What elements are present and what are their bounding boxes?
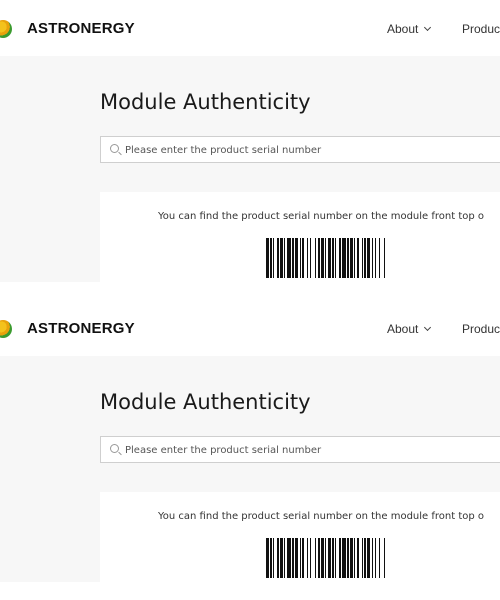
- screenshot-frame-top: ASTRONERGY About Produc Module Authentic…: [0, 0, 500, 282]
- search-icon: [110, 444, 119, 453]
- nav-about-label: About: [387, 22, 419, 36]
- nav-item-products[interactable]: Produc: [462, 22, 500, 36]
- nav-about-label: About: [387, 322, 419, 336]
- serial-location-text: You can find the product serial number o…: [158, 211, 485, 222]
- brand-logo-text[interactable]: ASTRONERGY: [27, 320, 135, 338]
- serial-info-panel: You can find the product serial number o…: [100, 192, 500, 282]
- brand-logo-text[interactable]: ASTRONERGY: [27, 20, 135, 38]
- astronergy-logo-icon[interactable]: [0, 20, 12, 38]
- barcode-icon: [266, 238, 385, 278]
- search-icon: [110, 144, 119, 153]
- nav-item-about[interactable]: About: [387, 322, 432, 336]
- serial-info-panel: You can find the product serial number o…: [100, 492, 500, 582]
- astronergy-logo-icon[interactable]: [0, 320, 12, 338]
- nav-item-about[interactable]: About: [387, 22, 432, 36]
- chevron-down-icon: [424, 23, 432, 32]
- site-header: ASTRONERGY About Produc: [0, 300, 500, 356]
- site-header: ASTRONERGY About Produc: [0, 0, 500, 56]
- nav-item-products[interactable]: Produc: [462, 322, 500, 336]
- chevron-down-icon: [424, 323, 432, 332]
- search-box[interactable]: [100, 436, 500, 463]
- serial-number-input[interactable]: [125, 441, 500, 459]
- serial-location-text: You can find the product serial number o…: [158, 511, 485, 522]
- serial-number-input[interactable]: [125, 141, 500, 159]
- page-title: Module Authenticity: [100, 90, 311, 114]
- page-title: Module Authenticity: [100, 390, 311, 414]
- barcode-icon: [266, 538, 385, 578]
- screenshot-frame-bottom: ASTRONERGY About Produc Module Authentic…: [0, 300, 500, 582]
- search-box[interactable]: [100, 136, 500, 163]
